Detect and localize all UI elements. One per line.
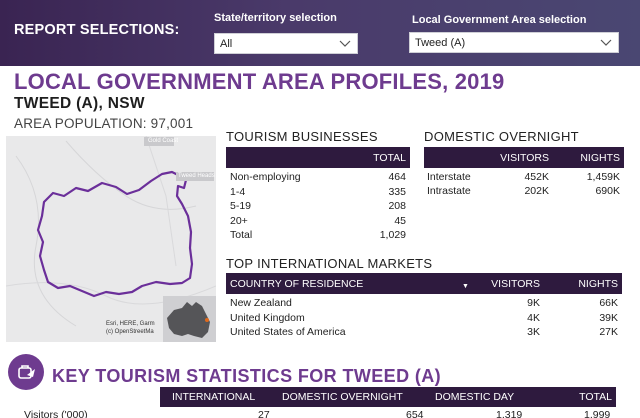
table-cell-nights: 66K (599, 297, 618, 309)
table-cell-label: 5-19 (230, 200, 252, 212)
table-cell-label: Intrastate (427, 185, 471, 197)
area-population: AREA POPULATION: 97,001 (14, 116, 194, 131)
table-cell-value: 1,029 (379, 229, 406, 241)
map-attribution: Esri, HERE, Garm (106, 321, 155, 327)
column-header-domestic-day: DOMESTIC DAY (435, 391, 515, 403)
table-cell-visitors: 452K (524, 171, 549, 183)
table-row: 20+ 45 (226, 215, 410, 228)
state-select[interactable]: All (214, 33, 358, 54)
column-header-total: TOTAL (579, 391, 612, 403)
table-row: Total 1,029 (226, 229, 410, 242)
table-row: 1-4 335 (226, 186, 410, 199)
table-row: 5-19 208 (226, 200, 410, 213)
table-cell-visitors: 3K (527, 326, 540, 338)
table-cell-label: Non-employing (230, 171, 301, 183)
cell-total: 1,999 (584, 409, 611, 418)
table-cell-value: 45 (394, 214, 406, 227)
column-header-nights[interactable]: NIGHTS (578, 278, 618, 290)
column-header-domestic-overnight: DOMESTIC OVERNIGHT (282, 391, 403, 403)
report-selections-label: REPORT SELECTIONS: (14, 22, 180, 38)
lga-select[interactable]: Tweed (A) (409, 32, 619, 53)
map-label-tweed-heads: Tweed Heads (178, 173, 215, 179)
table-cell-country: New Zealand (230, 297, 292, 309)
table-cell-label: 20+ (230, 214, 248, 227)
report-selections-bar: REPORT SELECTIONS: State/territory selec… (0, 0, 640, 66)
table-cell-visitors: 202K (524, 185, 549, 197)
map-attribution: (c) OpenStreetMa (106, 329, 154, 335)
international-markets-heading: TOP INTERNATIONAL MARKETS (226, 256, 433, 271)
map-label-gold-coast: Gold Coast (148, 138, 179, 144)
table-cell-value: 335 (388, 185, 406, 198)
table-cell-label: Interstate (427, 171, 471, 183)
tourism-businesses-heading: TOURISM BUSINESSES (226, 129, 378, 144)
table-cell-nights: 27K (599, 326, 618, 338)
table-cell-country: United Kingdom (230, 311, 305, 324)
table-row: Intrastate 202K 690K (424, 185, 624, 198)
table-row: United Kingdom 4K 39K (226, 312, 622, 325)
table-cell-nights: 1,459K (586, 171, 620, 183)
chevron-down-icon (338, 36, 352, 50)
table-row: United States of America 3K 27K (226, 326, 622, 339)
table-row: Non-employing 464 (226, 171, 410, 184)
column-header-visitors[interactable]: VISITORS (491, 278, 540, 290)
column-header-country[interactable]: COUNTRY OF RESIDENCE (230, 278, 363, 290)
cell-domestic-day: 1,319 (496, 409, 523, 418)
table-cell-nights: 39K (599, 311, 618, 324)
map-canvas (6, 136, 216, 342)
column-header-total: TOTAL (373, 152, 406, 164)
tourism-businesses-header: TOTAL (226, 147, 410, 168)
area-name: TWEED (A), NSW (14, 95, 145, 112)
table-cell-value: 208 (388, 200, 406, 212)
tourism-icon (8, 354, 44, 390)
column-header-international: INTERNATIONAL (172, 391, 256, 403)
key-statistics-header: INTERNATIONAL DOMESTIC OVERNIGHT DOMESTI… (160, 387, 616, 407)
table-cell-label: Total (230, 229, 253, 241)
state-select-value: All (220, 38, 233, 50)
table-row: New Zealand 9K 66K (226, 297, 622, 310)
column-header-visitors: VISITORS (500, 152, 549, 164)
table-cell-nights: 690K (595, 185, 620, 197)
lga-selection-label: Local Government Area selection (412, 14, 587, 26)
chevron-down-icon (599, 35, 613, 49)
lga-map[interactable]: Gold Coast Tweed Heads (6, 136, 216, 342)
table-cell-visitors: 9K (527, 297, 540, 309)
state-selection-label: State/territory selection (214, 12, 337, 24)
domestic-overnight-heading: DOMESTIC OVERNIGHT (424, 129, 579, 144)
key-statistics-row: Visitors ('000) 27 654 1,319 1,999 (20, 409, 620, 418)
key-statistics-title: KEY TOURISM STATISTICS FOR TWEED (A) (52, 366, 442, 386)
cell-international: 27 (258, 409, 270, 418)
lga-select-value: Tweed (A) (415, 37, 466, 49)
table-row: Interstate 452K 1,459K (424, 171, 624, 184)
row-label: Visitors ('000) (24, 409, 88, 418)
lga-boundary (36, 170, 194, 298)
domestic-overnight-header: VISITORS NIGHTS (424, 147, 624, 168)
table-cell-visitors: 4K (527, 311, 540, 324)
page-title: LOCAL GOVERNMENT AREA PROFILES, 2019 (14, 69, 505, 94)
table-cell-label: 1-4 (230, 185, 246, 198)
sort-down-icon[interactable]: ▼ (462, 283, 469, 290)
table-cell-value: 464 (388, 171, 406, 183)
cell-domestic-overnight: 654 (406, 409, 424, 418)
column-header-nights: NIGHTS (580, 152, 620, 164)
table-cell-country: United States of America (230, 326, 346, 338)
international-markets-header: COUNTRY OF RESIDENCE ▼ VISITORS NIGHTS (226, 273, 622, 294)
